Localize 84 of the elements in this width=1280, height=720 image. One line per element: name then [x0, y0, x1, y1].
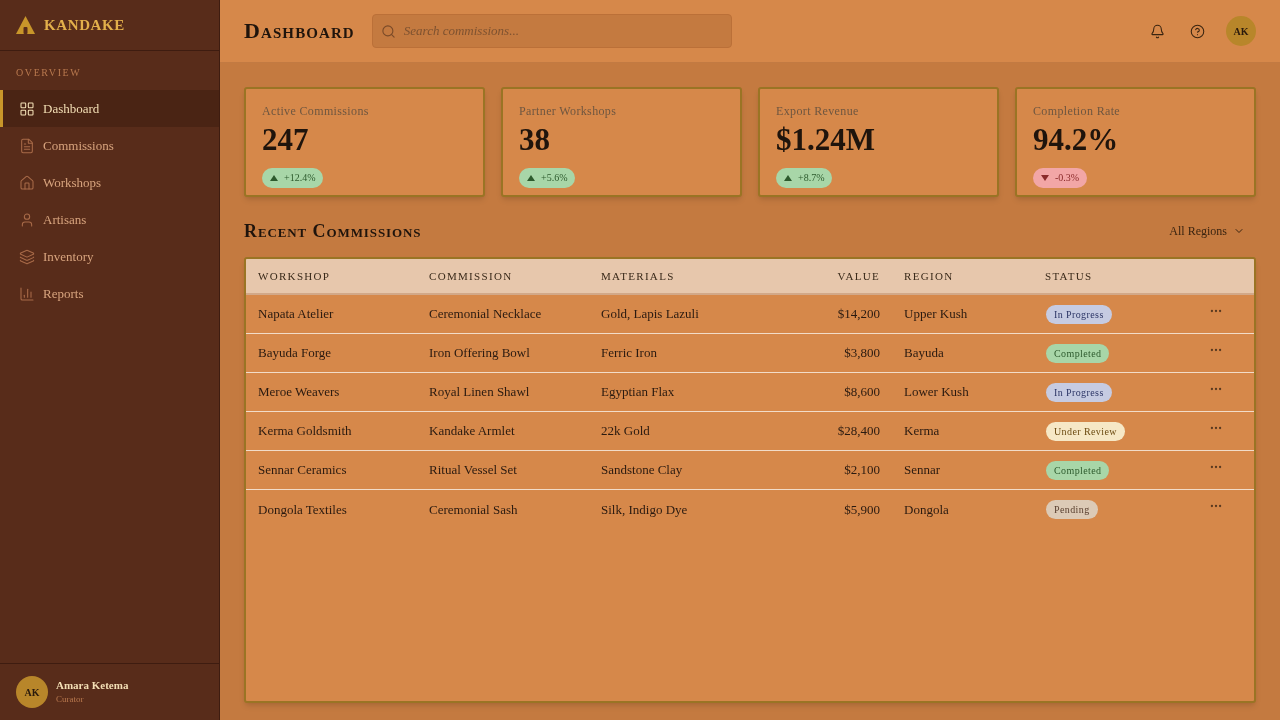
table-cell-text: Ritual Vessel Set — [429, 461, 517, 480]
triangle-logo-icon — [16, 16, 35, 34]
triangle-up-icon — [270, 175, 278, 181]
layers-icon — [19, 248, 35, 265]
stat-value: $1.24M — [776, 121, 875, 159]
table-cell-text: Sandstone Clay — [601, 461, 683, 480]
region-filter[interactable]: All Regions — [1169, 222, 1245, 240]
triangle-down-icon — [1041, 175, 1049, 181]
help-icon — [1189, 23, 1205, 39]
bell-icon — [1149, 23, 1165, 39]
account-avatar[interactable]: AK — [1226, 16, 1256, 46]
table-cell-text: $28,400 — [837, 422, 880, 441]
section-label: OVERVIEW — [16, 67, 82, 79]
table-cell-text: Sennar — [904, 461, 941, 480]
table-cell-text: Royal Linen Shawl — [429, 383, 530, 402]
table-cell-text: Napata Atelier — [258, 305, 334, 324]
user-avatar: AK — [16, 676, 48, 708]
nav-item[interactable]: Reports — [0, 275, 219, 312]
nav-item[interactable]: Dashboard — [0, 90, 219, 127]
triangle-up-icon — [527, 175, 535, 181]
bar-chart-icon — [19, 285, 35, 302]
nav-item[interactable]: Workshops — [0, 164, 219, 201]
section-title: Recent Commissions — [244, 222, 422, 240]
table-cell-text: Egyptian Flax — [601, 383, 675, 402]
table-cell-text: $5,900 — [844, 500, 880, 519]
column-header: REGION — [904, 268, 954, 284]
house-icon — [19, 174, 35, 191]
search-field[interactable]: Search commissions... — [371, 14, 732, 48]
table-cell-text: Ceremonial Necklace — [429, 305, 542, 324]
table-cell-text: Kandake Armlet — [429, 422, 515, 441]
brand-name: KANDAKE — [44, 15, 125, 35]
table-cell-text: $2,100 — [844, 461, 880, 480]
column-header: MATERIALS — [601, 268, 675, 284]
status-tag: In Progress — [1046, 304, 1112, 324]
table-cell-text: Silk, Indigo Dye — [601, 500, 688, 519]
trend-value: +8.7% — [798, 173, 825, 183]
table-cell-text: Ferric Iron — [601, 344, 657, 363]
column-header: COMMISSION — [429, 268, 513, 284]
table-cell-text: Sennar Ceramics — [258, 461, 347, 480]
search-icon — [380, 24, 396, 39]
table-cell-text: Lower Kush — [904, 383, 969, 402]
page-title: Dashboard — [244, 20, 355, 42]
table-cell-text: Bayuda — [904, 344, 944, 363]
nav-item[interactable]: Inventory — [0, 238, 219, 275]
column-header: VALUE — [837, 268, 880, 284]
table-cell-text: $8,600 — [844, 383, 880, 402]
table-cell-text: 22k Gold — [601, 422, 650, 441]
status-tag: Completed — [1046, 460, 1110, 480]
triangle-up-icon — [784, 175, 792, 181]
table-cell-text: Dongola — [904, 500, 949, 519]
trend-value: +5.6% — [541, 173, 568, 183]
table-cell-text: Upper Kush — [904, 305, 968, 324]
document-icon — [19, 137, 35, 154]
stat-value: 94.2% — [1033, 121, 1119, 159]
table-cell-text: Dongola Textiles — [258, 500, 347, 519]
table-cell-text: Iron Offering Bowl — [429, 344, 530, 363]
stat-value: 247 — [262, 121, 309, 159]
stat-value: 38 — [519, 121, 550, 159]
grid-icon — [19, 100, 35, 117]
status-tag: Under Review — [1046, 421, 1125, 441]
table-cell-text: Kerma — [904, 422, 940, 441]
table-cell-text: Kerma Goldsmith — [258, 422, 352, 441]
stat-label: Active Commissions — [262, 103, 369, 119]
nav-item[interactable]: Artisans — [0, 201, 219, 238]
status-tag: Completed — [1046, 343, 1110, 363]
nav-item[interactable]: Commissions — [0, 127, 219, 164]
user-name: Amara Ketema — [56, 680, 129, 691]
status-tag: In Progress — [1046, 382, 1112, 402]
column-header: WORKSHOP — [258, 268, 331, 284]
table-cell-text: $14,200 — [837, 305, 880, 324]
table-cell-text: Bayuda Forge — [258, 344, 332, 363]
trend-value: -0.3% — [1055, 173, 1080, 183]
stat-label: Export Revenue — [776, 103, 859, 119]
table-cell-text: $3,800 — [844, 344, 880, 363]
stat-label: Completion Rate — [1033, 103, 1121, 119]
stat-label: Partner Workshops — [519, 103, 617, 119]
table-cell-text: Gold, Lapis Lazuli — [601, 305, 699, 324]
user-role: Curator — [56, 695, 84, 704]
column-header: STATUS — [1045, 268, 1093, 284]
person-icon — [19, 211, 35, 228]
table-cell-text: Meroe Weavers — [258, 383, 340, 402]
status-tag: Pending — [1046, 500, 1098, 519]
table-cell-text: Ceremonial Sash — [429, 500, 518, 519]
trend-value: +12.4% — [284, 173, 316, 183]
